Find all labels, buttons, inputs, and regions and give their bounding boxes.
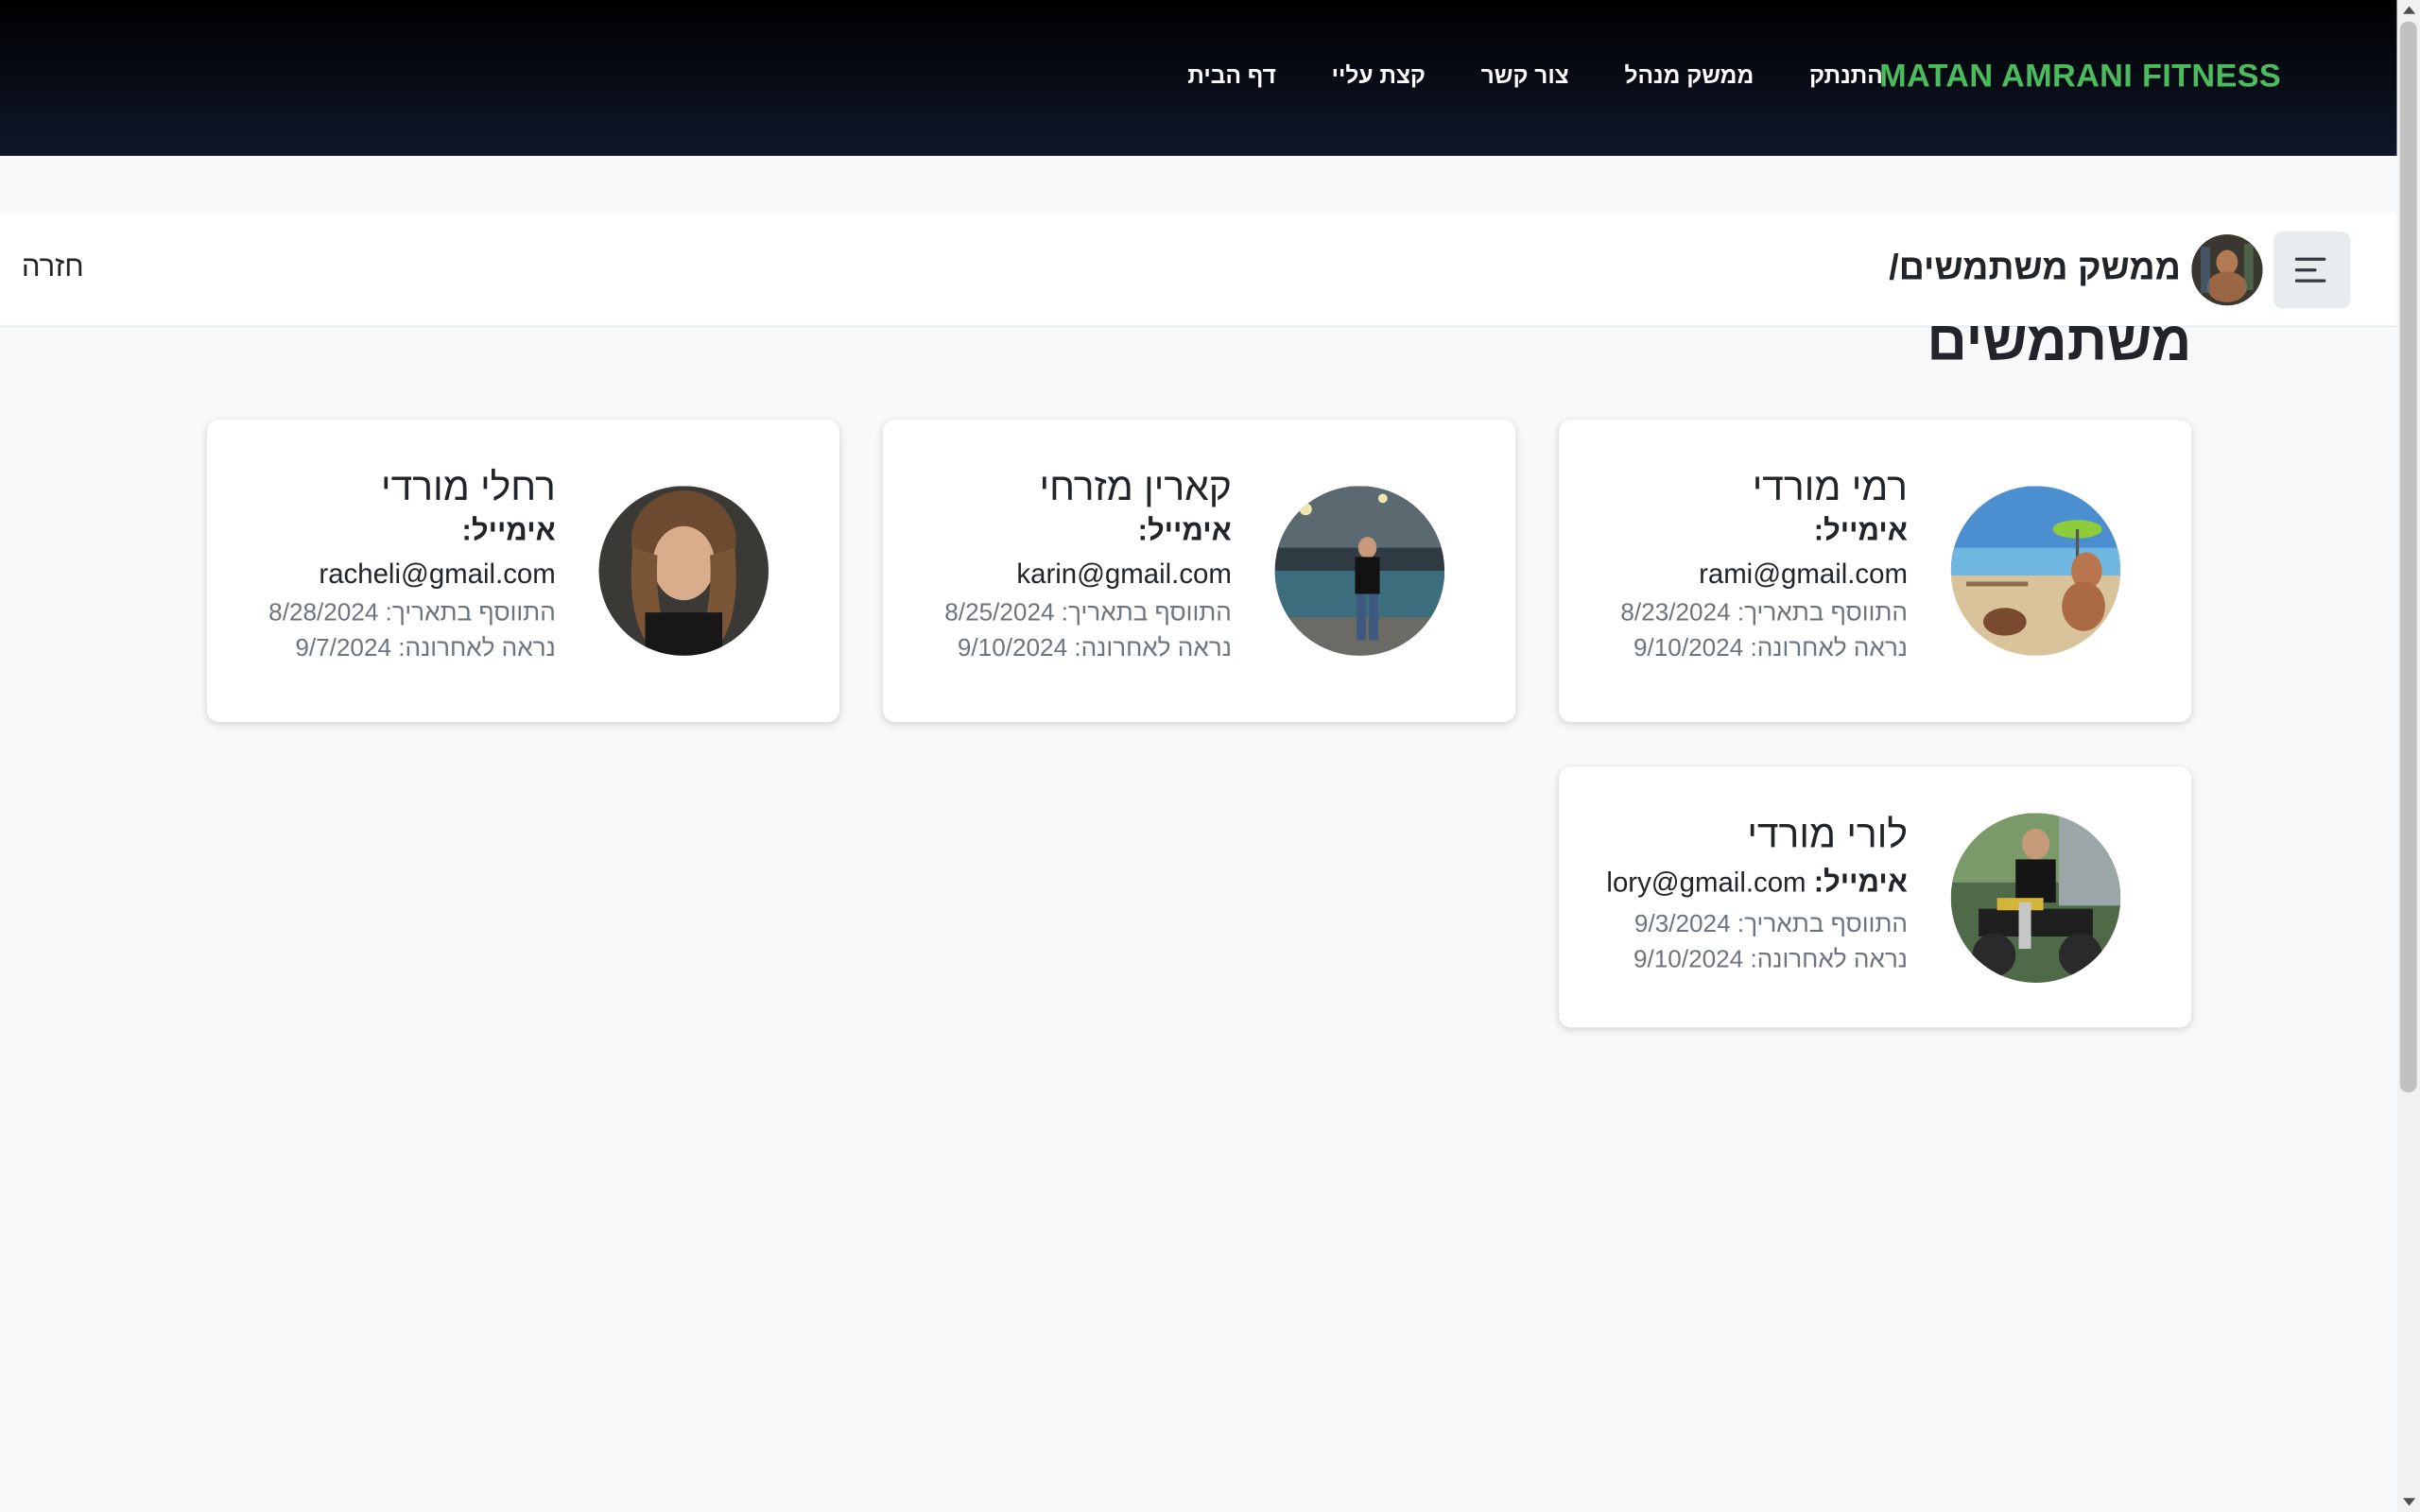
- user-added-date: התווסף בתאריך: 8/25/2024: [944, 600, 1232, 627]
- user-info: לורי מורדי אימייל: lory@gmail.com התווסף…: [1606, 810, 1908, 978]
- nav-about[interactable]: קצת עליי: [1332, 63, 1426, 90]
- user-card[interactable]: קארין מזרחי אימייל: karin@gmail.com התוו…: [882, 420, 1516, 723]
- page: MATAN AMRANI FITNESS דף הבית קצת עליי צו…: [0, 0, 2420, 1512]
- nav-contact[interactable]: צור קשר: [1481, 63, 1569, 90]
- user-photo: [1274, 486, 1445, 656]
- brand-logo[interactable]: MATAN AMRANI FITNESS: [1879, 59, 2281, 95]
- user-photo: [598, 486, 769, 656]
- email-row: אימייל: lory@gmail.com: [1606, 859, 1908, 907]
- page-scrollbar[interactable]: [2396, 0, 2420, 1512]
- user-info: רחלי מורדי אימייל: racheli@gmail.com התו…: [268, 463, 556, 667]
- user-last-seen: נראה לאחרונה: 9/7/2024: [295, 635, 556, 662]
- user-card[interactable]: רחלי מורדי אימייל: racheli@gmail.com התו…: [206, 420, 840, 723]
- user-last-seen: נראה לאחרונה: 9/10/2024: [1633, 635, 1908, 662]
- user-added-date: התווסף בתאריך: 8/23/2024: [1620, 600, 1908, 627]
- main-nav: דף הבית קצת עליי צור קשר ממשק מנהל התנתק: [1187, 63, 1883, 90]
- user-email: rami@gmail.com: [1699, 558, 1908, 590]
- user-last-seen: נראה לאחרונה: 9/10/2024: [957, 635, 1232, 662]
- top-navbar: MATAN AMRANI FITNESS דף הבית קצת עליי צו…: [0, 0, 2397, 156]
- user-name: רחלי מורדי: [381, 466, 556, 509]
- user-info: קארין מזרחי אימייל: karin@gmail.com התוו…: [944, 463, 1232, 667]
- scrollbar-thumb[interactable]: [2399, 21, 2417, 1092]
- email-label: אימייל:: [461, 515, 556, 548]
- breadcrumb: ממשק משתמשים/: [1889, 247, 2181, 287]
- nav-home[interactable]: דף הבית: [1187, 63, 1276, 90]
- user-email: karin@gmail.com: [1016, 558, 1232, 590]
- user-last-seen: נראה לאחרונה: 9/10/2024: [1633, 947, 1908, 974]
- nav-admin[interactable]: ממשק מנהל: [1624, 63, 1754, 90]
- user-photo: [1950, 813, 2121, 983]
- email-label: אימייל:: [1137, 515, 1232, 548]
- user-name: לורי מורדי: [1747, 813, 1908, 857]
- admin-avatar[interactable]: [2191, 234, 2263, 306]
- user-email: racheli@gmail.com: [319, 558, 556, 590]
- page-title: משתמשים: [1927, 308, 2192, 372]
- user-email: lory@gmail.com: [1606, 867, 1806, 899]
- user-info: רמי מורדי אימייל: rami@gmail.com התווסף …: [1620, 463, 1908, 667]
- back-link[interactable]: חזרה: [22, 251, 84, 285]
- scroll-down-arrow-icon[interactable]: [2403, 1498, 2416, 1506]
- scroll-up-arrow-icon[interactable]: [2403, 6, 2416, 14]
- hamburger-icon: [2294, 257, 2326, 283]
- menu-toggle-button[interactable]: [2273, 231, 2351, 309]
- avatar-photo: [2191, 234, 2263, 306]
- user-card[interactable]: לורי מורדי אימייל: lory@gmail.com התווסף…: [1558, 766, 2192, 1028]
- user-added-date: התווסף בתאריך: 9/3/2024: [1634, 911, 1908, 938]
- email-label: אימייל:: [1813, 515, 1908, 548]
- nav-logout[interactable]: התנתק: [1809, 63, 1883, 90]
- user-name: רמי מורדי: [1752, 466, 1908, 509]
- user-added-date: התווסף בתאריך: 8/28/2024: [268, 600, 556, 627]
- user-name: קארין מזרחי: [1039, 466, 1232, 509]
- email-label: אימייל:: [1813, 867, 1908, 900]
- user-photo: [1950, 486, 2121, 656]
- user-card[interactable]: רמי מורדי אימייל: rami@gmail.com התווסף …: [1558, 420, 2192, 723]
